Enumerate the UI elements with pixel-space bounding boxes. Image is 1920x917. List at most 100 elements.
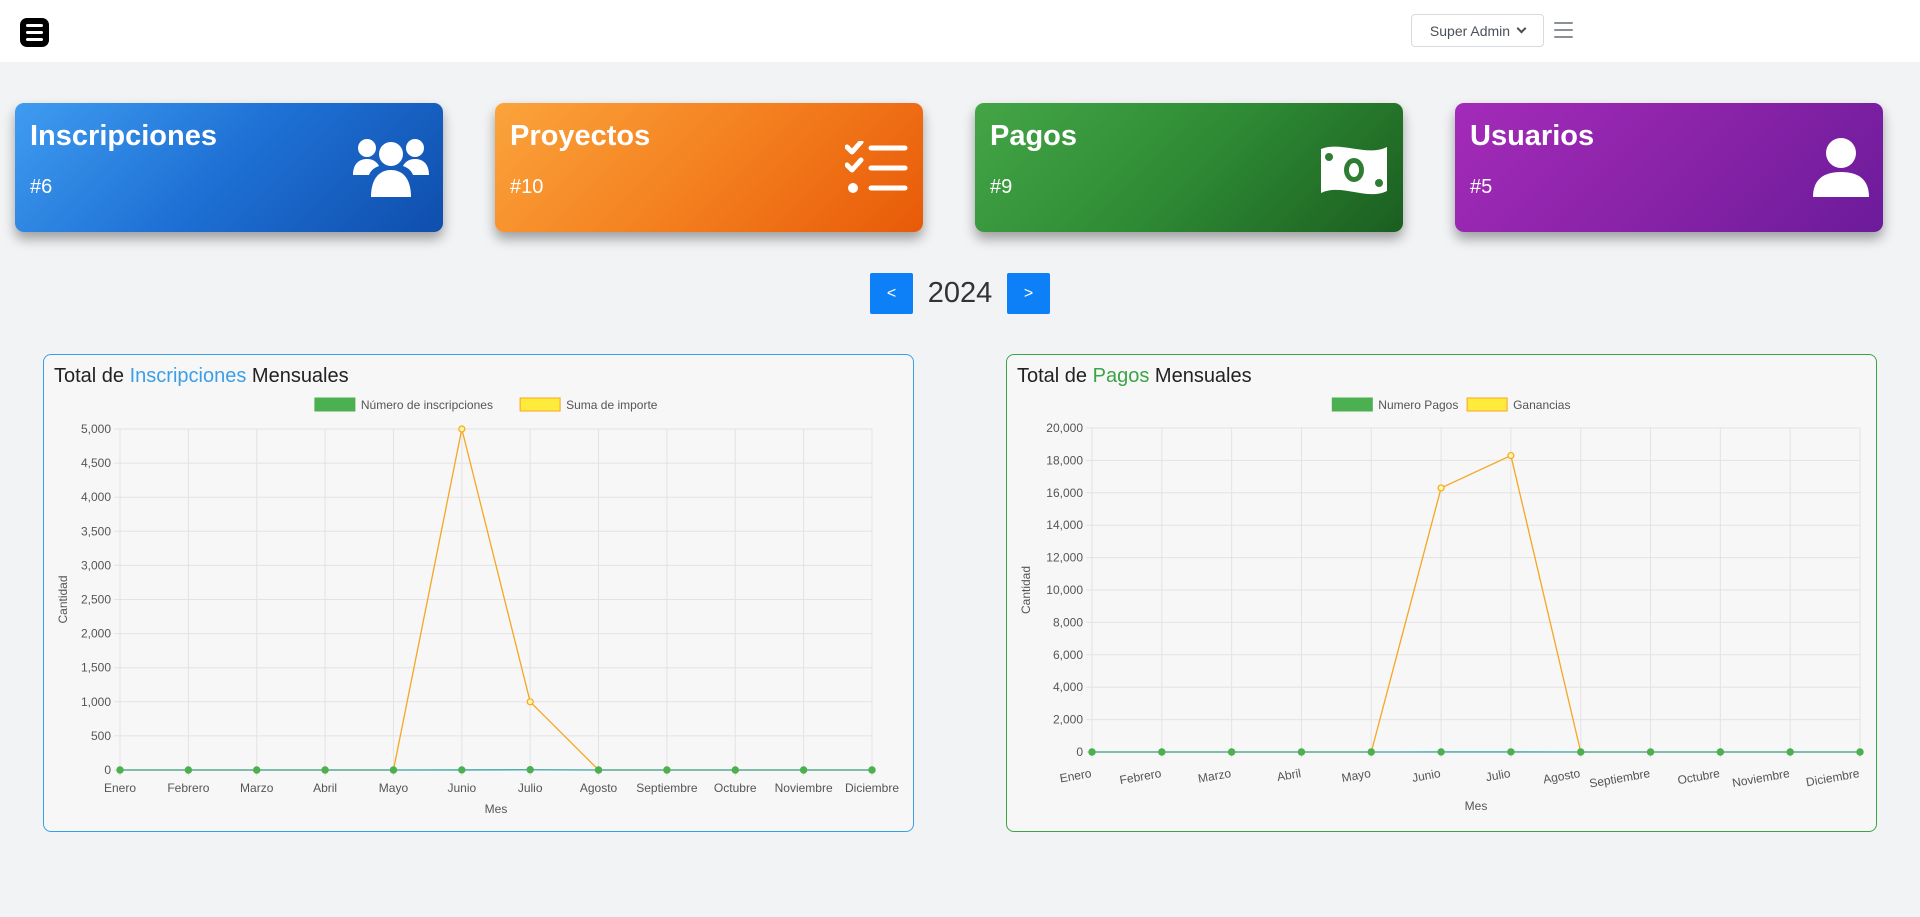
y-tick-label: 18,000 xyxy=(1046,453,1083,467)
user-icon xyxy=(1813,138,1869,197)
data-point xyxy=(1716,748,1725,756)
data-point xyxy=(184,766,193,774)
legend-swatch xyxy=(314,397,356,412)
card-usuarios[interactable]: Usuarios #5 xyxy=(1455,103,1883,232)
x-tick-label: Octubre xyxy=(1676,766,1721,787)
y-tick-label: 5,000 xyxy=(81,422,111,436)
y-tick-label: 1,000 xyxy=(81,695,111,709)
card-proyectos[interactable]: Proyectos #10 xyxy=(495,103,923,232)
legend-label: Numero Pagos xyxy=(1378,398,1458,412)
user-dropdown[interactable]: Super Admin xyxy=(1411,14,1544,47)
y-tick-label: 14,000 xyxy=(1046,518,1083,532)
x-tick-label: Abril xyxy=(313,781,337,795)
data-point xyxy=(1856,748,1864,756)
data-point xyxy=(1646,748,1655,756)
data-point xyxy=(1786,748,1794,756)
y-tick-label: 4,000 xyxy=(1053,680,1083,694)
x-tick-label: Febrero xyxy=(167,781,209,795)
data-point xyxy=(253,766,261,774)
data-point xyxy=(868,766,876,774)
data-point xyxy=(663,766,671,774)
money-bill-icon xyxy=(1321,146,1387,195)
pagos-chart-panel: Total de Pagos Mensuales 0 2,000 4,000 6,00… xyxy=(1006,354,1877,832)
data-point xyxy=(1367,748,1375,756)
y-tick-label: 16,000 xyxy=(1046,486,1083,500)
x-tick-label: Julio xyxy=(1485,766,1512,784)
data-point xyxy=(1507,451,1515,460)
inscripciones-line-chart: 0 500 1,000 1,500 2,000 2,500 3,000 3,500 4,000 4… xyxy=(56,397,899,816)
data-point xyxy=(1158,748,1166,756)
data-point xyxy=(458,425,466,433)
series-line xyxy=(1092,454,1860,753)
pagos-line-chart: 0 2,000 4,000 6,000 8,000 10,000 12,000 14,000 1… xyxy=(1019,397,1864,813)
y-axis-title: Cantidad xyxy=(1019,566,1033,614)
card-title: Pagos xyxy=(990,120,1078,152)
bars-icon[interactable] xyxy=(20,18,49,47)
data-point xyxy=(321,766,329,774)
x-tick-label: Marzo xyxy=(240,781,274,795)
next-year-button[interactable]: > xyxy=(1007,273,1050,314)
y-tick-label: 0 xyxy=(104,763,111,777)
y-tick-label: 2,500 xyxy=(81,593,111,607)
y-tick-label: 3,000 xyxy=(81,558,111,572)
y-tick-label: 2,000 xyxy=(1053,713,1083,727)
y-tick-label: 1,500 xyxy=(81,661,111,675)
card-count: #9 xyxy=(990,176,1013,198)
y-tick-label: 0 xyxy=(1076,745,1083,759)
inscripciones-chart-panel: Total de Inscripciones Mensuales 0 500 1,0… xyxy=(43,354,914,832)
y-tick-label: 6,000 xyxy=(1053,648,1083,662)
legend-swatch xyxy=(1331,397,1373,412)
year-display: 2024 xyxy=(927,277,993,309)
x-tick-label: Noviembre xyxy=(1731,766,1791,790)
x-tick-label: Diciembre xyxy=(845,781,899,795)
x-tick-label: Octubre xyxy=(714,781,757,795)
data-point xyxy=(1088,748,1096,756)
data-point xyxy=(1507,748,1515,756)
y-tick-label: 4,000 xyxy=(81,490,111,504)
data-point xyxy=(1297,748,1306,756)
data-point xyxy=(389,766,398,774)
x-axis-title: Mes xyxy=(1465,799,1488,813)
x-tick-label: Agosto xyxy=(580,781,618,795)
data-point xyxy=(594,766,603,774)
data-point xyxy=(1577,748,1585,756)
card-inscripciones[interactable]: Inscripciones #6 xyxy=(15,103,443,232)
y-tick-label: 12,000 xyxy=(1046,551,1083,565)
x-tick-label: Abril xyxy=(1276,766,1302,784)
card-pagos[interactable]: Pagos #9 xyxy=(975,103,1403,232)
prev-year-button[interactable]: < xyxy=(870,273,913,314)
data-point xyxy=(116,766,124,774)
x-tick-label: Marzo xyxy=(1197,766,1233,786)
card-title: Usuarios xyxy=(1470,120,1595,152)
y-tick-label: 8,000 xyxy=(1053,615,1083,629)
data-point xyxy=(526,698,534,706)
legend-label: Suma de importe xyxy=(566,398,658,412)
users-icon xyxy=(353,139,429,197)
card-title: Proyectos xyxy=(510,120,651,152)
legend-swatch xyxy=(519,397,561,412)
y-tick-label: 2,000 xyxy=(81,627,111,641)
data-point xyxy=(799,766,808,774)
data-point xyxy=(1227,748,1236,756)
x-tick-label: Mayo xyxy=(1340,766,1372,785)
card-count: #5 xyxy=(1470,176,1493,198)
x-tick-label: Septiembre xyxy=(636,781,698,795)
y-tick-label: 10,000 xyxy=(1046,583,1083,597)
x-tick-label: Septiembre xyxy=(1588,766,1651,790)
top-navbar: Super Admin xyxy=(0,0,1920,62)
x-tick-label: Diciembre xyxy=(1805,766,1861,789)
x-tick-label: Enero xyxy=(104,781,136,795)
user-dropdown-label: Super Admin xyxy=(1429,22,1511,39)
x-tick-label: Enero xyxy=(1059,766,1093,785)
y-tick-label: 4,500 xyxy=(81,456,111,470)
data-point xyxy=(1437,484,1445,492)
hamburger-icon[interactable] xyxy=(1554,22,1573,38)
x-tick-label: Febrero xyxy=(1119,766,1163,787)
x-tick-label: Noviembre xyxy=(775,781,833,795)
checklist-icon xyxy=(845,141,908,193)
data-point xyxy=(526,766,534,774)
chevron-down-icon xyxy=(1516,23,1527,34)
x-axis-title: Mes xyxy=(485,802,508,816)
data-point xyxy=(1437,748,1445,756)
card-title: Inscripciones xyxy=(30,120,217,152)
